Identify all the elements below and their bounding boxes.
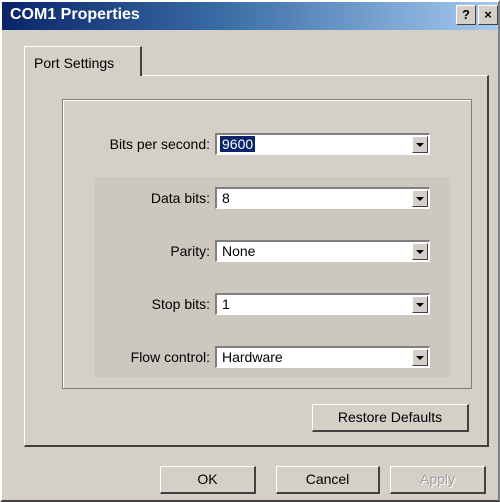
stop-bits-dropdown-button[interactable]	[412, 296, 428, 313]
data-bits-select[interactable]: 8	[215, 187, 430, 209]
data-bits-label: Data bits:	[150, 190, 210, 206]
data-bits-dropdown-button[interactable]	[412, 190, 428, 207]
parity-dropdown-button[interactable]	[412, 243, 428, 260]
ok-button[interactable]: OK	[160, 466, 256, 494]
flow-control-value: Hardware	[222, 349, 283, 365]
chevron-down-icon	[416, 143, 424, 147]
chevron-down-icon	[416, 356, 424, 360]
bits-per-second-dropdown-button[interactable]	[412, 136, 428, 153]
restore-defaults-button[interactable]: Restore Defaults	[312, 404, 469, 432]
bits-per-second-value: 9600	[220, 136, 256, 152]
window-title: COM1 Properties	[10, 6, 140, 23]
flow-control-select[interactable]: Hardware	[215, 346, 430, 368]
chevron-down-icon	[416, 197, 424, 201]
stop-bits-value: 1	[222, 296, 230, 312]
cancel-button[interactable]: Cancel	[276, 466, 380, 494]
parity-value: None	[222, 243, 256, 259]
flow-control-label: Flow control:	[130, 349, 210, 365]
close-icon[interactable]: ×	[478, 5, 498, 25]
bits-per-second-select[interactable]: 9600	[215, 133, 430, 155]
stop-bits-select[interactable]: 1	[215, 293, 430, 315]
help-icon[interactable]: ?	[456, 5, 476, 25]
dialog-window: COM1 Properties ? × Port Settings Bits p…	[0, 0, 500, 502]
apply-button[interactable]: Apply	[390, 466, 486, 494]
flow-control-dropdown-button[interactable]	[412, 349, 428, 366]
chevron-down-icon	[416, 303, 424, 307]
title-buttons: ? ×	[456, 5, 498, 25]
parity-select[interactable]: None	[215, 240, 430, 262]
parity-label: Parity:	[170, 243, 210, 259]
tab-port-settings[interactable]: Port Settings	[24, 46, 142, 76]
data-bits-value: 8	[222, 190, 230, 206]
chevron-down-icon	[416, 250, 424, 254]
stop-bits-label: Stop bits:	[151, 296, 210, 312]
title-bar[interactable]: COM1 Properties ? ×	[2, 2, 498, 30]
bits-per-second-label: Bits per second:	[109, 136, 210, 152]
